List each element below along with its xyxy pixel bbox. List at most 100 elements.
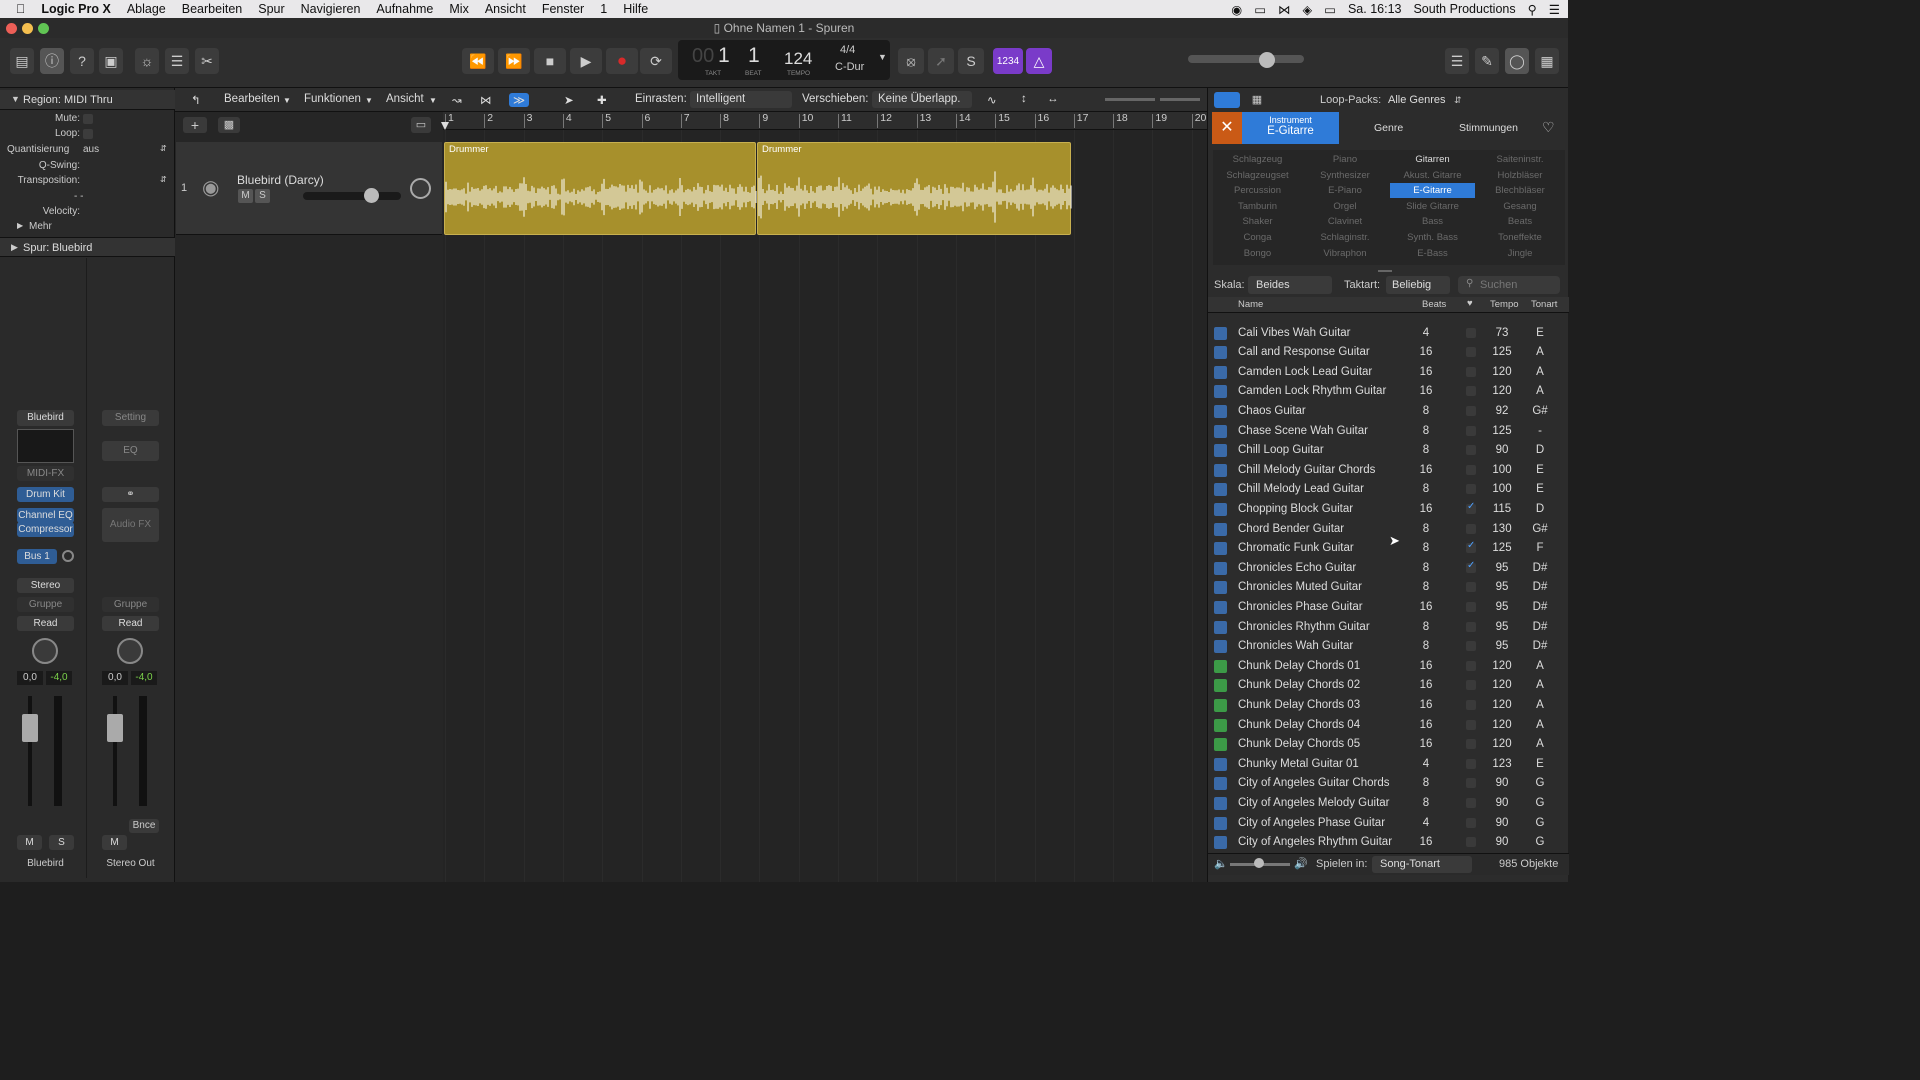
instrument-filter-cell[interactable]: Conga xyxy=(1215,230,1300,245)
audio-fx-slot[interactable]: Audio FX xyxy=(102,508,159,542)
bluetooth-icon[interactable]: ⋈ xyxy=(1278,2,1291,17)
library-button[interactable]: ▤ xyxy=(10,48,34,74)
instrument-filter-cell[interactable]: Beats xyxy=(1478,214,1563,229)
track-volume-knob[interactable] xyxy=(364,188,379,203)
add-track-button[interactable]: + xyxy=(183,117,207,133)
instrument-filter-cell[interactable]: Jingle xyxy=(1478,246,1563,261)
play-button[interactable]: ▶ xyxy=(570,48,602,74)
disclosure-closed-icon[interactable]: ▶ xyxy=(11,242,18,253)
menu-app-name[interactable]: Logic Pro X xyxy=(33,2,118,16)
loop-row[interactable]: Chill Melody Lead Guitar 8 100 E xyxy=(1208,480,1568,500)
loop-packs-menu[interactable]: Alle Genres xyxy=(1388,94,1445,106)
editors-button[interactable]: ✂ xyxy=(195,48,219,74)
favorite-checkbox[interactable] xyxy=(1466,778,1476,789)
preview-volume-knob[interactable] xyxy=(1254,858,1264,868)
replace-button[interactable]: ➚ xyxy=(928,48,954,74)
apple-icon[interactable]:  xyxy=(0,2,33,16)
instrument-filter-cell[interactable]: Schlagzeugset xyxy=(1215,168,1300,183)
favorite-checkbox[interactable]: ✓ xyxy=(1466,501,1476,514)
instrument-slot[interactable]: Drum Kit xyxy=(17,487,74,502)
loop-row[interactable]: Chunk Delay Chords 03 16 120 A xyxy=(1208,696,1568,716)
menu-ansicht[interactable]: Ansicht xyxy=(477,2,534,16)
favorite-checkbox[interactable] xyxy=(1466,464,1476,475)
loop-row[interactable]: Chromatic Funk Guitar 8 ✓ 125 F xyxy=(1208,539,1568,559)
mute-button[interactable]: M xyxy=(102,835,127,850)
loop-row[interactable]: Chaos Guitar 8 92 G# xyxy=(1208,402,1568,422)
eq-display[interactable] xyxy=(17,429,74,463)
favorite-checkbox[interactable] xyxy=(1466,817,1476,828)
favorite-checkbox[interactable] xyxy=(1466,797,1476,808)
instrument-filter-cell[interactable]: Orgel xyxy=(1303,199,1388,214)
loop-row[interactable]: Chunky Metal Guitar 01 4 123 E xyxy=(1208,755,1568,775)
loop-row[interactable]: Call and Response Guitar 16 125 A xyxy=(1208,343,1568,363)
global-tracks-button[interactable]: ▭ xyxy=(411,117,431,133)
loop-row[interactable]: City of Angeles Melody Guitar 8 90 G xyxy=(1208,794,1568,814)
metronome-button[interactable]: △ xyxy=(1026,48,1052,74)
notepad-button[interactable]: ✎ xyxy=(1475,48,1499,74)
loop-packs-stepper-icon[interactable]: ⇵ xyxy=(1454,95,1462,106)
zoom-window-button[interactable] xyxy=(38,23,49,34)
menu-1[interactable]: 1 xyxy=(592,2,615,16)
track-name[interactable]: Bluebird (Darcy) xyxy=(237,173,324,187)
loop-row[interactable]: Chunk Delay Chords 05 16 120 A xyxy=(1208,735,1568,755)
loop-row[interactable]: Chill Loop Guitar 8 90 D xyxy=(1208,441,1568,461)
duplicate-track-button[interactable]: ▩ xyxy=(218,117,240,133)
mute-button[interactable]: M xyxy=(17,835,42,850)
speaker-low-icon[interactable]: 🔈 xyxy=(1214,857,1228,870)
instrument-filter-cell[interactable]: Bongo xyxy=(1215,246,1300,261)
favorite-checkbox[interactable] xyxy=(1466,660,1476,671)
arrange-area[interactable] xyxy=(443,130,1207,882)
send-knob[interactable] xyxy=(62,550,74,562)
loop-row[interactable]: Chord Bender Guitar 8 130 G# xyxy=(1208,520,1568,540)
loop-row[interactable]: Chronicles Muted Guitar 8 95 D# xyxy=(1208,578,1568,598)
minimize-window-button[interactable] xyxy=(22,23,33,34)
solo-button[interactable]: S xyxy=(49,835,74,850)
instrument-filter-cell[interactable]: Bass xyxy=(1390,214,1475,229)
back-icon[interactable]: ↰ xyxy=(191,93,201,107)
loop-row[interactable]: Camden Lock Rhythm Guitar 16 120 A xyxy=(1208,382,1568,402)
cycle-button[interactable]: ⟳ xyxy=(640,48,672,74)
favorite-checkbox[interactable] xyxy=(1466,523,1476,534)
smart-controls-button[interactable]: ☼ xyxy=(135,48,159,74)
tuner-button[interactable]: ⦻ xyxy=(898,48,924,74)
tab-genre[interactable]: Genre xyxy=(1374,122,1403,134)
loop-row[interactable]: Chunk Delay Chords 04 16 120 A xyxy=(1208,716,1568,736)
volume-value[interactable]: 0,0 xyxy=(102,671,128,685)
region-header[interactable]: ▼ Region: MIDI Thru xyxy=(0,90,175,110)
instrument-filter-cell[interactable]: Vibraphon xyxy=(1303,246,1388,261)
loop-row[interactable]: Camden Lock Lead Guitar 16 120 A xyxy=(1208,363,1568,383)
loop-row[interactable]: Chronicles Wah Guitar 8 95 D# xyxy=(1208,637,1568,657)
favorite-checkbox[interactable] xyxy=(1466,347,1476,358)
instrument-filter-cell[interactable]: Blechbläser xyxy=(1478,183,1563,198)
pan-knob[interactable] xyxy=(32,638,58,664)
setting-button[interactable]: Bluebird xyxy=(17,410,74,426)
instrument-filter-cell[interactable]: Synth. Bass xyxy=(1390,230,1475,245)
automation-icon[interactable]: ↝ xyxy=(452,93,462,107)
quantize-menu[interactable]: aus xyxy=(83,144,99,155)
menu-ablage[interactable]: Ablage xyxy=(119,2,174,16)
chevron-down-icon[interactable]: ▼ xyxy=(429,96,437,105)
column-name[interactable]: Name xyxy=(1238,299,1263,310)
grid-resize-handle[interactable] xyxy=(1378,270,1392,272)
favorite-checkbox[interactable] xyxy=(1466,641,1476,652)
instrument-filter-cell[interactable]: Schlaginstr. xyxy=(1303,230,1388,245)
favorite-checkbox[interactable] xyxy=(1466,582,1476,593)
mute-checkbox[interactable] xyxy=(83,114,93,124)
solo-button[interactable]: S xyxy=(958,48,984,74)
output-slot[interactable]: Stereo xyxy=(17,578,74,593)
favorite-checkbox[interactable] xyxy=(1466,366,1476,377)
column-beats[interactable]: Beats xyxy=(1422,299,1446,310)
column-key[interactable]: Tonart xyxy=(1531,299,1557,310)
favorite-checkbox[interactable] xyxy=(1466,680,1476,691)
record-button[interactable]: ● xyxy=(606,48,638,74)
favorites-icon[interactable]: ♡ xyxy=(1542,119,1555,136)
menu-spur[interactable]: Spur xyxy=(250,2,292,16)
menu-clock[interactable]: Sa. 16:13 xyxy=(1348,2,1402,16)
instrument-filter-cell[interactable]: Toneffekte xyxy=(1478,230,1563,245)
instrument-filter-cell[interactable]: Gitarren xyxy=(1390,152,1475,167)
inspector-button[interactable]: ⓘ xyxy=(40,48,64,74)
drag-menu[interactable]: Keine Überlapp. xyxy=(872,91,972,108)
loop-row[interactable]: City of Angeles Phase Guitar 4 90 G xyxy=(1208,814,1568,834)
group-slot[interactable]: Gruppe xyxy=(17,597,74,612)
loop-row[interactable]: City of Angeles Rhythm Guitar 16 90 G xyxy=(1208,833,1568,853)
